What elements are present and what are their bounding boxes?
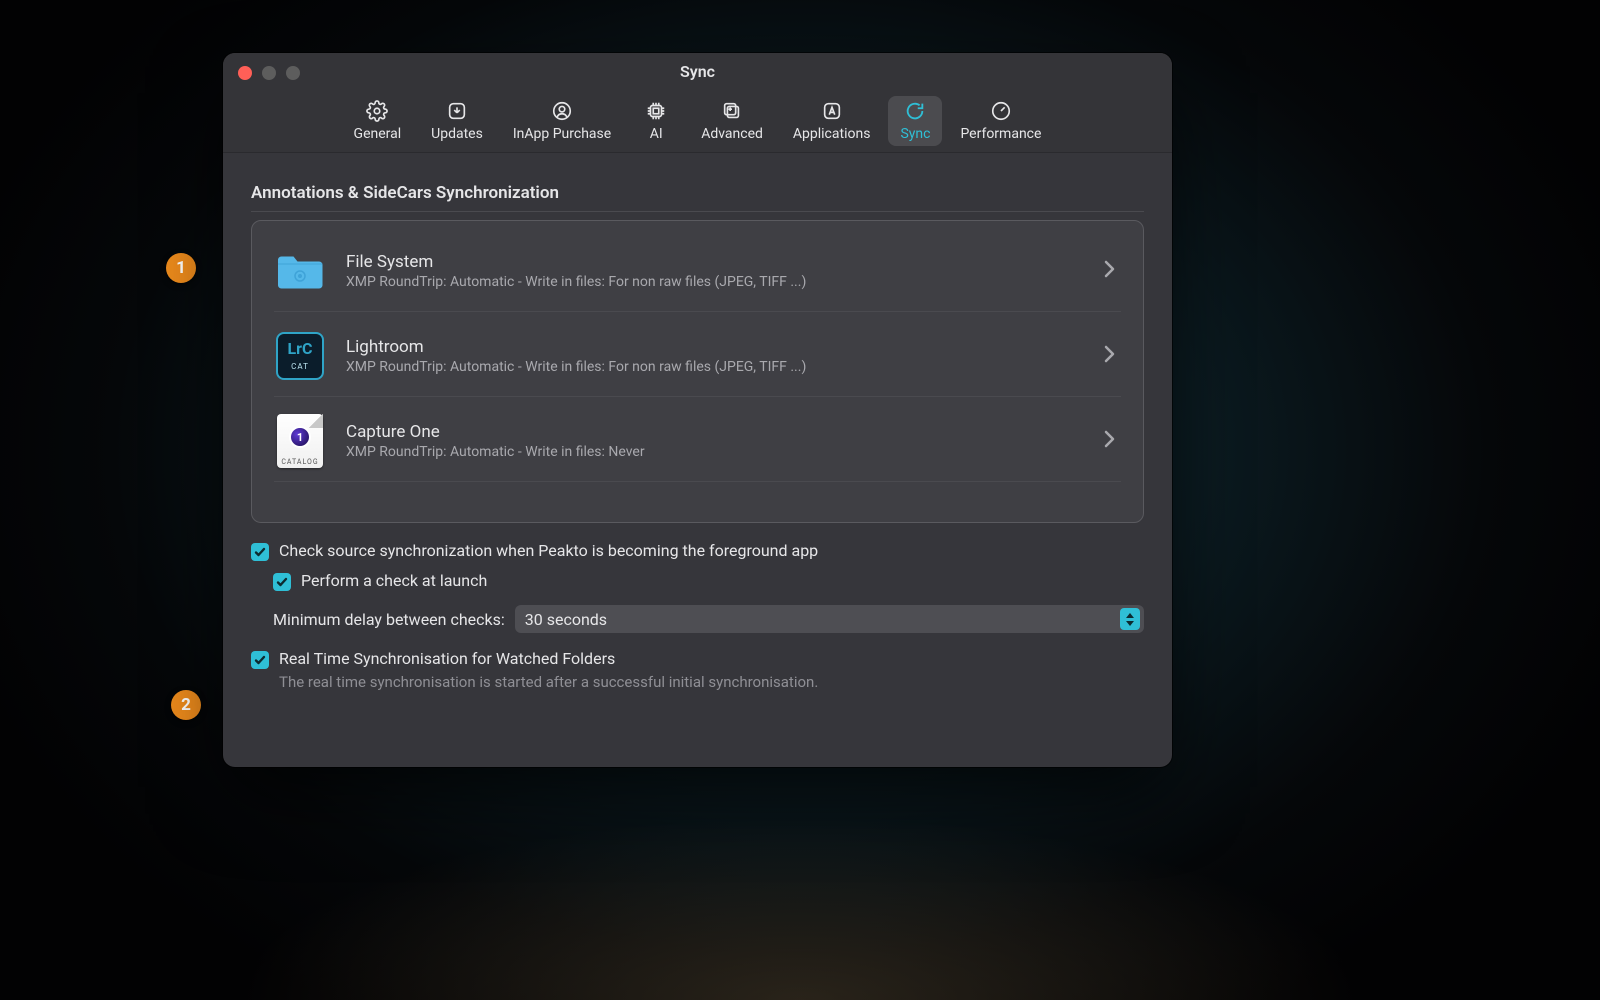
tab-inapp-purchase[interactable]: InApp Purchase <box>501 96 623 146</box>
folder-icon <box>274 245 326 297</box>
chevron-right-icon <box>1103 345 1121 367</box>
captureone-glyph: 1 <box>297 431 303 444</box>
source-row-captureone[interactable]: 1 CATALOG Capture One XMP RoundTrip: Aut… <box>274 397 1121 482</box>
window-title: Sync <box>223 62 1172 81</box>
checkbox-label: Perform a check at launch <box>301 571 487 590</box>
divider <box>251 211 1144 212</box>
lightroom-icon: LrC CAT <box>274 330 326 382</box>
sources-panel: File System XMP RoundTrip: Automatic - W… <box>251 220 1144 523</box>
checkbox-foreground-sync[interactable]: Check source synchronization when Peakto… <box>251 541 1144 561</box>
source-subtitle: XMP RoundTrip: Automatic - Write in file… <box>346 274 1083 290</box>
tab-label: Applications <box>793 126 871 142</box>
tab-label: InApp Purchase <box>513 126 611 142</box>
checkbox-check-at-launch[interactable]: Perform a check at launch <box>273 571 1144 591</box>
tab-performance[interactable]: Performance <box>948 96 1053 146</box>
gauge-icon <box>990 100 1012 122</box>
stack-plus-icon <box>721 100 743 122</box>
tab-ai[interactable]: AI <box>629 96 683 146</box>
realtime-help-text: The real time synchronisation is started… <box>279 673 1144 691</box>
chevron-right-icon <box>1103 260 1121 282</box>
delay-label: Minimum delay between checks: <box>273 610 505 629</box>
preferences-toolbar: General Updates InApp Purchase <box>223 88 1172 146</box>
sync-arrow-icon <box>904 100 926 122</box>
chip-icon <box>645 100 667 122</box>
delay-select-value: 30 seconds <box>525 610 607 629</box>
tab-applications[interactable]: Applications <box>781 96 883 146</box>
tab-label: Sync <box>900 126 930 142</box>
source-row-filesystem[interactable]: File System XMP RoundTrip: Automatic - W… <box>274 227 1121 312</box>
chevron-right-icon <box>1103 430 1121 452</box>
tab-updates[interactable]: Updates <box>419 96 495 146</box>
section-title: Annotations & SideCars Synchronization <box>251 183 1144 203</box>
captureone-icon: 1 CATALOG <box>274 415 326 467</box>
tab-general[interactable]: General <box>342 96 414 146</box>
window-titlebar: Sync General Updates <box>223 53 1172 153</box>
tab-label: General <box>354 126 402 142</box>
person-circle-icon <box>551 100 573 122</box>
desktop-background: 1 2 Sync General <box>0 0 1600 1000</box>
tab-label: AI <box>650 126 663 142</box>
tab-label: Updates <box>431 126 483 142</box>
select-stepper-icon <box>1120 608 1140 630</box>
captureone-caption: CATALOG <box>277 458 323 466</box>
checkbox-label: Real Time Synchronisation for Watched Fo… <box>279 649 615 668</box>
source-row-lightroom[interactable]: LrC CAT Lightroom XMP RoundTrip: Automat… <box>274 312 1121 397</box>
annotation-badge-1: 1 <box>166 253 196 283</box>
tab-sync[interactable]: Sync <box>888 96 942 146</box>
checkmark-icon <box>251 651 269 669</box>
download-icon <box>446 100 468 122</box>
checkmark-icon <box>251 543 269 561</box>
tab-label: Performance <box>960 126 1041 142</box>
checkmark-icon <box>273 573 291 591</box>
source-subtitle: XMP RoundTrip: Automatic - Write in file… <box>346 359 1083 375</box>
source-title: Lightroom <box>346 337 1083 357</box>
app-letter-icon <box>821 100 843 122</box>
tab-label: Advanced <box>701 126 763 142</box>
preferences-window: Sync General Updates <box>223 53 1172 767</box>
source-title: Capture One <box>346 422 1083 442</box>
lightroom-icon-text: LrC <box>288 341 313 357</box>
lightroom-icon-sub: CAT <box>291 362 309 371</box>
annotation-badge-2: 2 <box>171 690 201 720</box>
source-subtitle: XMP RoundTrip: Automatic - Write in file… <box>346 444 1083 460</box>
gear-icon <box>366 100 388 122</box>
source-title: File System <box>346 252 1083 272</box>
checkbox-label: Check source synchronization when Peakto… <box>279 541 818 560</box>
tab-advanced[interactable]: Advanced <box>689 96 775 146</box>
delay-select[interactable]: 30 seconds <box>515 605 1144 633</box>
window-content: Annotations & SideCars Synchronization F… <box>223 153 1172 709</box>
checkbox-realtime-sync[interactable]: Real Time Synchronisation for Watched Fo… <box>251 649 1144 669</box>
